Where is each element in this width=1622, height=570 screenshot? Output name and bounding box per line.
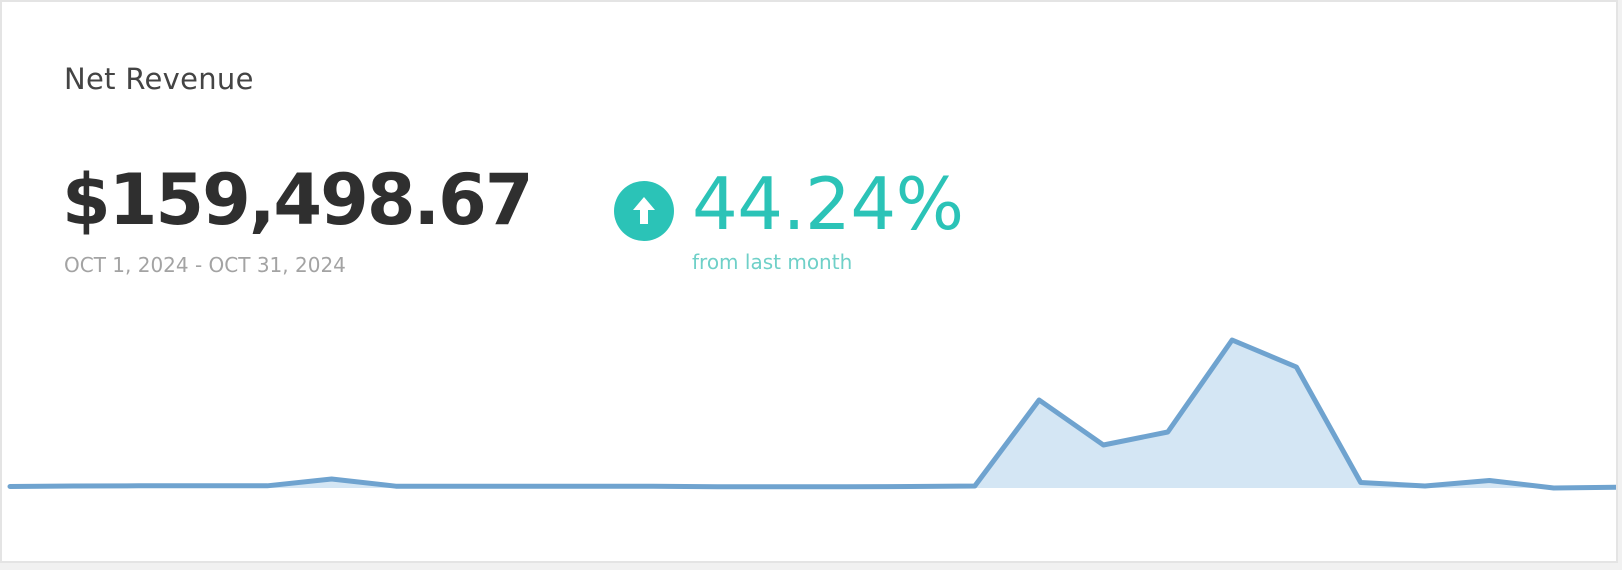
data-point bbox=[200, 483, 206, 489]
data-point bbox=[1422, 483, 1428, 489]
data-point bbox=[586, 483, 592, 489]
series-line bbox=[7, 337, 1616, 491]
data-point bbox=[264, 483, 270, 489]
data-point bbox=[843, 484, 849, 490]
data-point bbox=[908, 484, 914, 490]
data-point bbox=[650, 483, 656, 489]
data-point bbox=[1229, 337, 1235, 343]
data-point bbox=[715, 484, 721, 490]
data-point bbox=[1358, 480, 1364, 486]
data-point bbox=[1165, 429, 1171, 435]
data-point bbox=[1486, 478, 1492, 484]
data-point bbox=[522, 483, 528, 489]
data-point bbox=[1293, 364, 1299, 370]
data-point bbox=[972, 483, 978, 489]
data-point bbox=[779, 484, 785, 490]
revenue-area-chart bbox=[7, 337, 1616, 491]
data-point bbox=[457, 483, 463, 489]
data-point bbox=[1100, 442, 1106, 448]
net-revenue-card: Net Revenue $159,498.67 OCT 1, 2024 - OC… bbox=[0, 0, 1618, 563]
data-point bbox=[329, 476, 335, 482]
data-point bbox=[136, 483, 142, 489]
data-point bbox=[1036, 397, 1042, 403]
area-fill bbox=[10, 340, 1616, 488]
data-point bbox=[7, 484, 13, 490]
data-point bbox=[1551, 485, 1557, 491]
data-point bbox=[393, 483, 399, 489]
data-point bbox=[71, 483, 77, 489]
